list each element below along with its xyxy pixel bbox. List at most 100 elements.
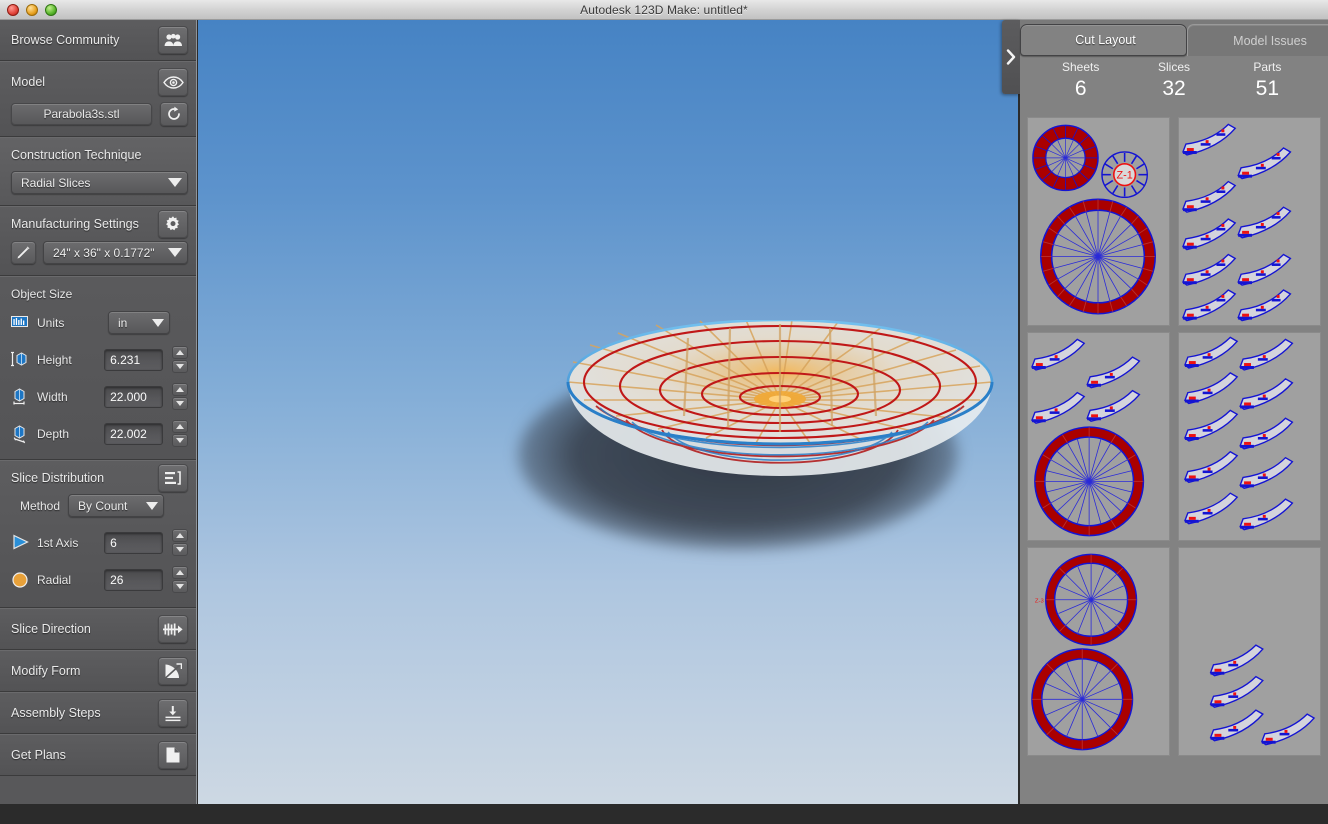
axis-triangle-icon [11,534,29,551]
sidebar-item-manufacturing-settings[interactable]: Manufacturing Settings 24" x 36" x 0.177… [0,206,196,276]
sheet-thumbnail[interactable] [1027,332,1170,541]
units-icon [11,314,28,331]
units-label: Units [37,315,65,330]
width-stepper[interactable] [172,383,188,410]
chevron-down-icon [152,318,164,327]
sidebar-item-model[interactable]: Model Parabola3s.stl [0,61,196,137]
sheet-1-parts: Z-1 [1032,124,1156,315]
chevron-down-icon [146,501,159,510]
method-label: Method [20,498,61,513]
gear-icon[interactable] [158,210,188,238]
first-axis-field[interactable]: 6 [104,531,163,554]
tab-cut-layout[interactable]: Cut Layout [1020,24,1187,56]
sheet-size-select[interactable]: 24" x 36" x 0.1772" [43,241,188,264]
tab-model-issues[interactable]: Model Issues [1187,24,1328,56]
height-stepper-down[interactable] [172,360,188,373]
sheet-thumbnail[interactable]: Z-1 [1027,117,1170,326]
part-ring-large: Z-3 [1035,553,1138,646]
panel-collapse-button[interactable] [1002,20,1020,94]
window-controls[interactable] [7,4,57,16]
part-disc-small-b: Z-1 [1101,151,1148,199]
part-ring-large [1034,426,1145,537]
chevron-right-icon [1006,49,1016,65]
height-label: Height [37,352,72,367]
stat-parts: Parts 51 [1221,59,1314,111]
radial-field[interactable]: 26 [104,568,163,591]
construction-technique-value: Radial Slices [21,175,91,190]
object-size-title: Object Size [11,287,73,301]
assembly-steps-icon[interactable] [158,699,188,727]
document-icon[interactable] [158,741,188,769]
stat-slices: Slices 32 [1127,59,1220,111]
sidebar-section-slice-distribution: Slice Distribution Method By Count 1st A… [0,460,196,608]
sidebar-item-get-plans[interactable]: Get Plans [0,734,196,776]
height-stepper-up[interactable] [172,346,188,359]
units-value: in [118,315,128,330]
left-sidebar: Browse Community Model Parabola3s.stl Co… [0,20,197,804]
refresh-icon[interactable] [160,102,188,126]
height-stepper[interactable] [172,346,188,373]
pencil-icon[interactable] [11,241,36,264]
width-stepper-down[interactable] [172,397,188,410]
sheet-thumbnail[interactable] [1178,117,1321,326]
method-value: By Count [78,498,128,513]
depth-field[interactable]: 22.002 [104,422,163,445]
cut-layout-stats: Sheets 6 Slices 32 Parts 51 [1020,56,1328,111]
slice-direction-label: Slice Direction [11,622,91,636]
sidebar-item-modify-form[interactable]: Modify Form [0,650,196,692]
first-axis-stepper[interactable] [172,529,188,556]
window-titlebar: Autodesk 123D Make: untitled* [0,0,1328,20]
width-stepper-up[interactable] [172,383,188,396]
method-select[interactable]: By Count [68,494,165,517]
sheet-thumbnail[interactable]: Z-3 [1027,547,1170,756]
sheet-5-parts: Z-3 [1031,553,1138,751]
zoom-button[interactable] [45,4,57,16]
eye-icon[interactable] [158,68,188,96]
stat-sheets-label: Sheets [1061,60,1100,74]
slice-distribution-label: Slice Distribution [11,470,105,485]
height-field[interactable]: 6.231 [104,348,163,371]
sidebar-section-object-size: Object Size Units in Height 6.231 Width … [0,276,196,460]
sidebar-item-construction-technique[interactable]: Construction Technique Radial Slices [0,137,196,206]
browse-community-label: Browse Community [11,33,120,47]
construction-technique-select[interactable]: Radial Slices [11,171,188,194]
sidebar-item-slice-direction[interactable]: Slice Direction [0,608,196,650]
first-axis-stepper-down[interactable] [172,543,188,556]
sidebar-item-assembly-steps[interactable]: Assembly Steps [0,692,196,734]
model-label: Model [11,75,46,89]
depth-label: Depth [37,426,70,441]
distribution-icon[interactable] [158,463,188,492]
radial-stepper-up[interactable] [172,566,188,579]
depth-stepper[interactable] [172,420,188,447]
model-3d-parabolic-dish[interactable] [560,318,1000,520]
assembly-steps-label: Assembly Steps [11,706,101,720]
window-title: Autodesk 123D Make: untitled* [580,2,748,17]
sheet-thumbnail[interactable] [1178,332,1321,541]
modify-form-label: Modify Form [11,664,81,678]
radial-stepper[interactable] [172,566,188,593]
units-select[interactable]: in [108,311,170,334]
first-axis-label: 1st Axis [37,535,79,550]
width-field[interactable]: 22.000 [104,385,163,408]
depth-stepper-down[interactable] [172,434,188,447]
get-plans-label: Get Plans [11,748,66,762]
width-icon [11,388,28,405]
chevron-down-icon [168,178,182,187]
model-viewport[interactable] [198,20,1018,804]
sheet-thumbnail[interactable] [1178,547,1321,756]
close-button[interactable] [7,4,19,16]
radial-stepper-down[interactable] [172,580,188,593]
part-ring-large [1031,648,1134,751]
model-file-button[interactable]: Parabola3s.stl [11,103,152,125]
first-axis-stepper-up[interactable] [172,529,188,542]
part-ring-large [1040,198,1156,315]
sheet-2-parts [1182,123,1292,322]
slice-direction-icon[interactable] [158,615,188,643]
minimize-button[interactable] [26,4,38,16]
part-label: Z-1 [1117,170,1133,182]
people-icon[interactable] [158,26,188,54]
modify-form-icon[interactable] [158,657,188,685]
panel-tabs: Cut Layout Model Issues [1020,20,1328,56]
depth-stepper-up[interactable] [172,420,188,433]
sidebar-item-browse-community[interactable]: Browse Community [0,20,196,61]
